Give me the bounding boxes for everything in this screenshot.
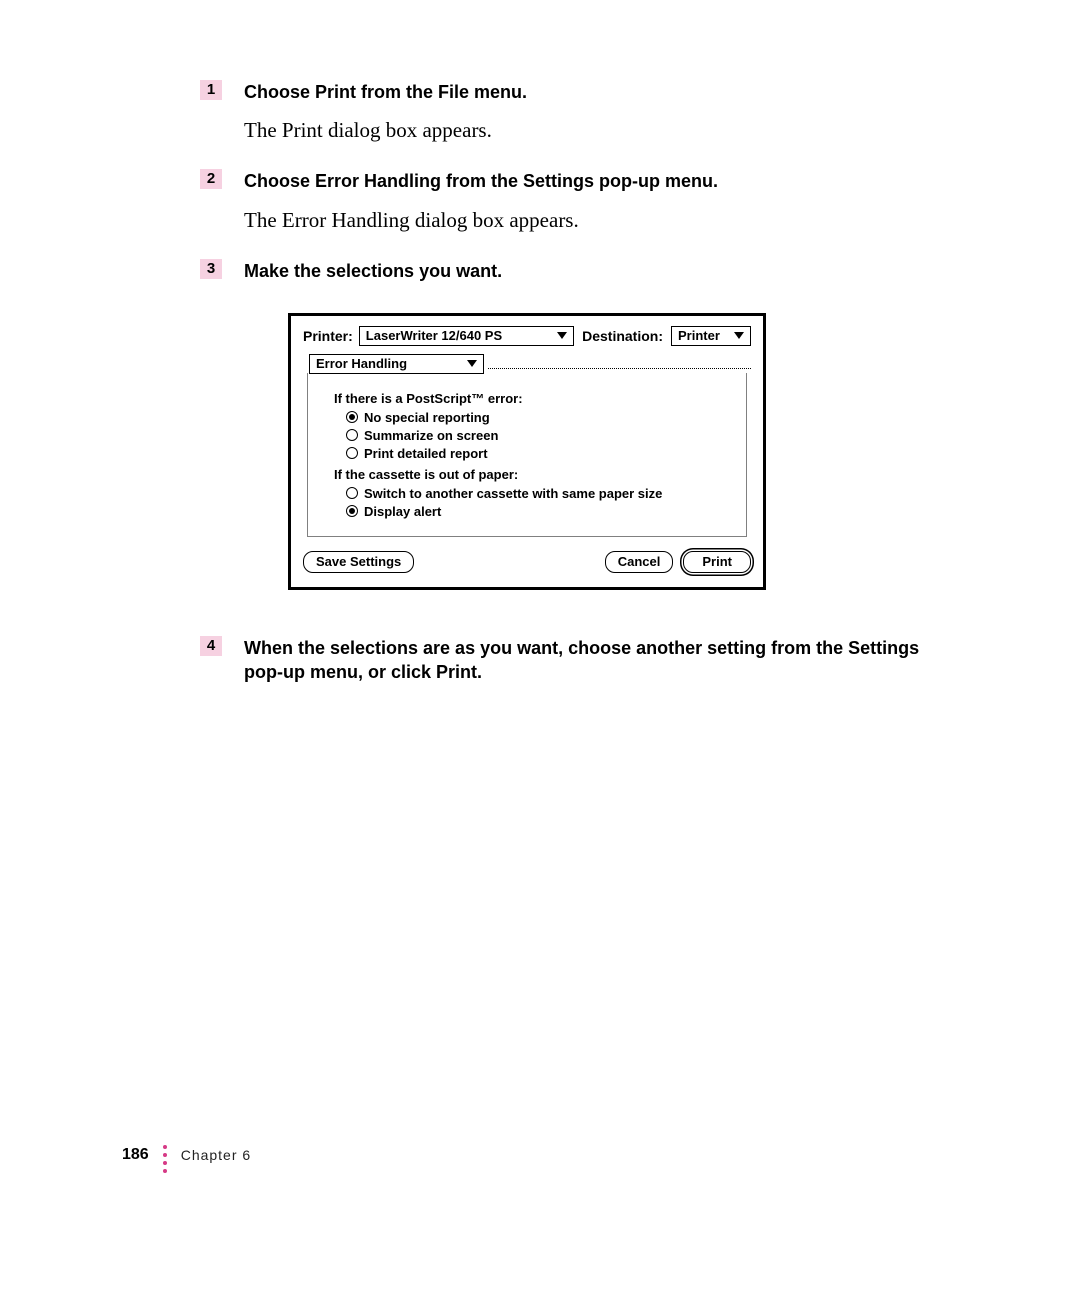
radio-label: No special reporting	[364, 410, 490, 425]
footer-dots-icon	[163, 1143, 167, 1175]
radio-print-detailed-report[interactable]: Print detailed report	[346, 446, 732, 461]
radio-summarize-on-screen[interactable]: Summarize on screen	[346, 428, 732, 443]
step-number: 3	[200, 259, 222, 279]
print-button[interactable]: Print	[683, 551, 751, 573]
step-4: 4 When the selections are as you want, c…	[200, 636, 960, 685]
step-number: 4	[200, 636, 222, 656]
radio-switch-cassette[interactable]: Switch to another cassette with same pap…	[346, 486, 732, 501]
chapter-label: Chapter 6	[181, 1147, 251, 1163]
step-heading: Make the selections you want.	[244, 259, 960, 283]
radio-label: Summarize on screen	[364, 428, 498, 443]
step-text: The Print dialog box appears.	[244, 118, 960, 143]
radio-label: Switch to another cassette with same pap…	[364, 486, 662, 501]
dialog-buttons: Save Settings Cancel Print	[303, 551, 751, 573]
step-2: 2 Choose Error Handling from the Setting…	[200, 169, 960, 252]
divider	[488, 368, 751, 369]
chevron-down-icon	[467, 360, 477, 367]
instruction-steps: 1 Choose Print from the File menu. The P…	[200, 80, 960, 690]
print-dialog: Printer: LaserWriter 12/640 PS Destinati…	[288, 313, 766, 590]
radio-icon	[346, 487, 358, 499]
radio-label: Display alert	[364, 504, 441, 519]
step-number: 2	[200, 169, 222, 189]
printer-popup-value: LaserWriter 12/640 PS	[366, 328, 502, 343]
radio-icon	[346, 447, 358, 459]
cassette-out-title: If the cassette is out of paper:	[334, 467, 732, 482]
save-settings-button[interactable]: Save Settings	[303, 551, 414, 573]
postscript-error-title: If there is a PostScript™ error:	[334, 391, 732, 406]
settings-popup-value: Error Handling	[316, 356, 407, 371]
step-1: 1 Choose Print from the File menu. The P…	[200, 80, 960, 163]
radio-no-special-reporting[interactable]: No special reporting	[346, 410, 732, 425]
chevron-down-icon	[734, 332, 744, 339]
printer-popup[interactable]: LaserWriter 12/640 PS	[359, 326, 574, 346]
step-heading: Choose Error Handling from the Settings …	[244, 169, 960, 193]
step-heading: When the selections are as you want, cho…	[244, 636, 960, 685]
settings-popup[interactable]: Error Handling	[309, 354, 484, 374]
radio-label: Print detailed report	[364, 446, 488, 461]
radio-icon	[346, 505, 358, 517]
step-number: 1	[200, 80, 222, 100]
step-heading: Choose Print from the File menu.	[244, 80, 960, 104]
radio-icon	[346, 429, 358, 441]
destination-popup-value: Printer	[678, 328, 720, 343]
step-text: The Error Handling dialog box appears.	[244, 208, 960, 233]
error-handling-group: If there is a PostScript™ error: No spec…	[307, 373, 747, 537]
page-footer: 186 Chapter 6	[122, 1139, 251, 1171]
radio-icon	[346, 411, 358, 423]
page-number: 186	[122, 1146, 149, 1164]
printer-label: Printer:	[303, 328, 353, 344]
dialog-top-row: Printer: LaserWriter 12/640 PS Destinati…	[303, 326, 751, 346]
destination-popup[interactable]: Printer	[671, 326, 751, 346]
chevron-down-icon	[557, 332, 567, 339]
step-3: 3 Make the selections you want. Printer:…	[200, 259, 960, 630]
destination-label: Destination:	[582, 328, 663, 344]
cancel-button[interactable]: Cancel	[605, 551, 674, 573]
radio-display-alert[interactable]: Display alert	[346, 504, 732, 519]
settings-row: Error Handling	[303, 354, 751, 374]
